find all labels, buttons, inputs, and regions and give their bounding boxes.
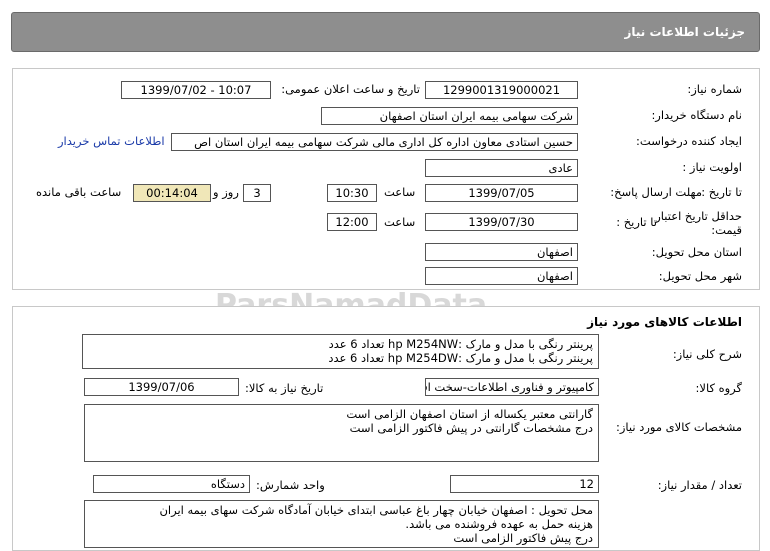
goods-group-field: کامپیوتر و فناوری اطلاعات-سخت افزار [425,378,599,396]
buyer-org-label: نام دستگاه خریدار: [651,108,742,122]
announce-field: 1399/07/02 - 10:07 [121,81,271,99]
buyer-org-field: شرکت سهامی بیمه ایران استان اصفهان [321,107,578,125]
notes-line-3: درج پیش فاکتور الزامی است [453,531,593,545]
priority-field: عادی [425,159,578,177]
specs-label: مشخصات کالای مورد نیاز: [615,420,742,434]
deadline-date-field: 1399/07/05 [425,184,578,202]
buyer-contact-link[interactable]: اطلاعات تماس خریدار [58,134,165,148]
summary-line-1: پرینتر رنگی با مدل و مارک :hp M254NW تعد… [328,337,593,351]
deadline-time-field: 10:30 [327,184,377,202]
province-label: استان محل تحویل: [651,245,742,259]
summary-box: پرینتر رنگی با مدل و مارک :hp M254NW تعد… [82,334,599,369]
unit-label: واحد شمارش: [256,478,325,492]
province-field: اصفهان [425,243,578,261]
days-label: روز و [213,185,239,199]
notes-line-2: هزینه حمل به عهده فروشنده می باشد. [405,517,593,531]
days-field: 3 [243,184,271,202]
validity-time-field: 12:00 [327,213,377,231]
validity-to-date-label: تا تاریخ : [616,215,657,229]
qty-label: تعداد / مقدار نیاز: [657,478,742,492]
specs-line-1: گارانتی معتبر یکساله از استان اصفهان الز… [346,407,593,421]
page-header: جزئیات اطلاعات نیاز [11,12,760,52]
need-date-label: تاریخ نیاز به کالا: [245,381,324,395]
summary-line-2: پرینتر رنگی با مدل و مارک :hp M254DW تعد… [328,351,593,365]
deadline-label: مهلت ارسال پاسخ: [610,185,702,199]
need-date-field: 1399/07/06 [84,378,239,396]
remaining-label: ساعت باقی مانده [36,185,122,199]
city-label: شهر محل تحویل: [658,269,742,283]
qty-field: 12 [450,475,599,493]
validity-label-1: حداقل تاریخ اعتبار [655,209,742,223]
priority-label: اولویت نیاز : [682,160,742,174]
summary-label: شرح کلی نیاز: [672,347,742,361]
requester-label: ایجاد کننده درخواست: [636,134,742,148]
need-number-label: شماره نیاز: [687,82,742,96]
validity-time-label: ساعت [384,215,416,229]
remaining-time-field: 00:14:04 [133,184,211,202]
validity-label-2: قیمت: [711,223,742,237]
city-field: اصفهان [425,267,578,285]
need-number-field: 1299001319000021 [425,81,578,99]
unit-field: دستگاه [93,475,250,493]
deadline-to-date-label: تا تاریخ : [701,185,742,199]
need-info-panel [12,68,760,290]
page-title: جزئیات اطلاعات نیاز [624,25,745,39]
requester-field: حسین استادی معاون اداره کل اداری مالی شر… [171,133,578,151]
deadline-time-label: ساعت [384,185,416,199]
goods-group-label: گروه کالا: [695,381,742,395]
specs-line-2: درج مشخصات گارانتی در پیش فاکتور الزامی … [349,421,593,435]
announce-label: تاریخ و ساعت اعلان عمومی: [281,82,420,96]
specs-box: گارانتی معتبر یکساله از استان اصفهان الز… [84,404,599,462]
notes-box: محل تحویل : اصفهان خیابان چهار باغ عباسی… [84,500,599,548]
goods-section-title: اطلاعات کالاهای مورد نیاز [587,315,742,329]
notes-line-1: محل تحویل : اصفهان خیابان چهار باغ عباسی… [159,503,593,517]
validity-date-field: 1399/07/30 [425,213,578,231]
